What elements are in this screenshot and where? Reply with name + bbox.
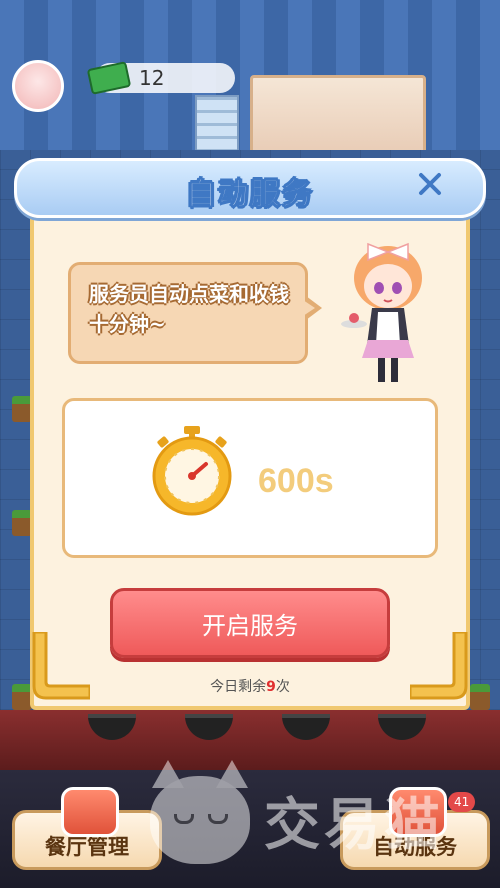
restaurant-management-button[interactable]: 餐厅管理 — [12, 787, 162, 870]
speech-bubble: 服务员自动点菜和收钱十分钟~ — [68, 262, 308, 364]
cat-eye — [208, 814, 228, 824]
remaining-suffix: 次 — [275, 679, 290, 695]
coin-counter: 12 — [86, 61, 235, 95]
close-button[interactable] — [412, 166, 448, 202]
timer-value: 600s — [258, 462, 334, 500]
remaining-prefix: 今日剩余 — [210, 679, 267, 695]
timer-panel — [62, 398, 438, 558]
remaining-uses-text: 今日剩余9次 — [0, 676, 500, 696]
remaining-count: 9 — [266, 679, 276, 695]
player-avatar[interactable] — [12, 60, 64, 112]
start-service-button[interactable]: 开启服务 — [110, 588, 390, 658]
watermark: 交易猫 — [150, 760, 470, 870]
coin-count: 12 — [139, 66, 165, 90]
waitress-character — [341, 242, 422, 382]
speech-bubble-tail — [303, 296, 322, 320]
cat-logo-icon — [150, 760, 250, 864]
plant-decoration — [12, 396, 32, 422]
stopwatch-icon — [152, 426, 232, 516]
plant-decoration — [12, 510, 32, 536]
cat-eye — [174, 814, 194, 824]
start-service-label: 开启服务 — [202, 611, 298, 640]
close-icon — [419, 173, 441, 195]
shop-icon — [61, 787, 119, 837]
watermark-text: 交易猫 — [264, 792, 444, 858]
